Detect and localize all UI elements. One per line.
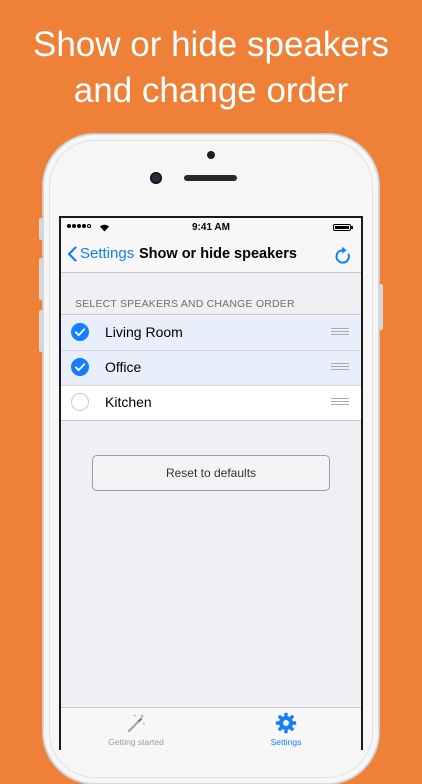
reset-button[interactable]: Reset to defaults [92, 455, 330, 491]
headline-line-2: and change order [73, 71, 349, 110]
status-bar: 9:41 AM [61, 218, 361, 238]
mute-switch [39, 218, 43, 240]
reorder-handle-icon[interactable] [331, 328, 349, 337]
magic-wand-icon [127, 714, 146, 733]
refresh-icon[interactable] [334, 246, 352, 265]
gear-icon [275, 712, 297, 734]
phone-screen: 9:41 AM Settings Show or hide speakers S… [59, 216, 363, 750]
tab-label: Settings [270, 737, 302, 747]
proximity-sensor [207, 151, 215, 159]
section-header: SELECT SPEAKERS AND CHANGE ORDER [75, 298, 295, 310]
page-title: Show or hide speakers [139, 246, 297, 262]
speaker-name: Kitchen [105, 394, 152, 410]
speaker-row[interactable]: Living Room [61, 315, 361, 350]
headline-line-1: Show or hide speakers [32, 25, 390, 64]
back-button-label: Settings [80, 245, 135, 262]
speaker-name: Office [105, 359, 142, 375]
volume-up-button [39, 258, 43, 300]
checkmark-icon[interactable] [71, 393, 89, 411]
reorder-handle-icon[interactable] [331, 398, 349, 407]
headline: Show or hide speakers and change order [0, 22, 422, 114]
tab-bar: Getting started Settings [61, 707, 361, 750]
navigation-bar: Settings Show or hide speakers [61, 238, 361, 273]
speaker-row[interactable]: Office [61, 350, 361, 385]
tab-label: Getting started [108, 737, 164, 747]
speaker-row[interactable]: Kitchen [61, 385, 361, 420]
reorder-handle-icon[interactable] [331, 363, 349, 372]
chevron-left-icon [67, 245, 77, 262]
battery-icon [333, 224, 353, 231]
power-button [379, 284, 383, 330]
front-camera [150, 172, 162, 184]
tab-getting-started[interactable]: Getting started [61, 708, 211, 750]
checkmark-icon[interactable] [71, 323, 89, 341]
tab-settings[interactable]: Settings [211, 708, 361, 750]
speaker-name: Living Room [105, 324, 183, 340]
back-button[interactable]: Settings [67, 245, 134, 262]
status-time: 9:41 AM [192, 222, 230, 233]
checkmark-icon[interactable] [71, 358, 89, 376]
volume-down-button [39, 310, 43, 352]
speaker-list: Living Room Office Kitchen [61, 314, 361, 421]
earpiece-speaker [184, 175, 237, 181]
